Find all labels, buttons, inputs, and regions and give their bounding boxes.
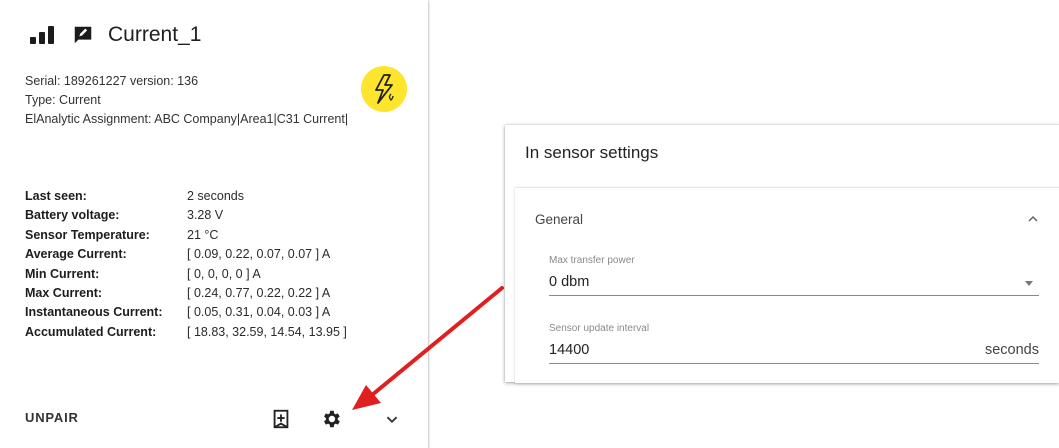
stat-value: [ 0, 0, 0, 0 ] A <box>187 266 261 281</box>
card-actions: UNPAIR <box>0 400 428 440</box>
stat-label: Accumulated Current: <box>25 324 157 339</box>
assignment-line: ElAnalytic Assignment: ABC Company|Area1… <box>25 112 349 126</box>
stat-label: Min Current: <box>25 266 100 281</box>
sensor-stats: Last seen: 2 seconds Battery voltage: 3.… <box>25 187 347 342</box>
field-value: 14400 <box>549 342 590 358</box>
stat-value: [ 0.24, 0.77, 0.22, 0.22 ] A <box>187 286 331 301</box>
in-sensor-settings-panel: In sensor settings General Max transfer … <box>505 125 1059 383</box>
sensor-card: Current_1 Serial: 189261227 version: 136… <box>0 0 428 448</box>
settings-title: In sensor settings <box>525 143 659 162</box>
card-header: Current_1 <box>30 20 201 50</box>
general-section-label: General <box>535 212 584 227</box>
feedback-icon <box>74 26 92 44</box>
stat-value: 21 °C <box>187 227 219 242</box>
sensor-update-interval-input[interactable]: 14400 seconds <box>549 337 1039 364</box>
stat-row: Accumulated Current: [ 18.83, 32.59, 14.… <box>25 323 347 342</box>
stat-row: Instantaneous Current: [ 0.05, 0.31, 0.0… <box>25 303 347 322</box>
field-suffix: seconds <box>984 342 1039 358</box>
stat-value: [ 0.09, 0.22, 0.07, 0.07 ] A <box>187 247 331 262</box>
sensor-name: Current_1 <box>108 23 202 46</box>
stat-value: 2 seconds <box>187 189 244 203</box>
sensor-info: Serial: 189261227 version: 136 Type: Cur… <box>25 72 385 129</box>
max-transfer-power-field: Max transfer power 0 dbm <box>549 255 1039 296</box>
stat-row: Average Current: [ 0.09, 0.22, 0.07, 0.0… <box>25 245 347 264</box>
field-label: Sensor update interval <box>549 323 650 334</box>
signal-strength-icon <box>30 24 56 46</box>
field-value: 0 dbm <box>549 274 590 290</box>
stat-label: Battery voltage: <box>25 208 120 223</box>
general-section: General Max transfer power 0 dbm Sensor … <box>515 187 1059 383</box>
stat-row: Sensor Temperature: 21 °C <box>25 226 347 245</box>
max-transfer-power-select[interactable]: 0 dbm <box>549 269 1039 296</box>
stat-value: [ 18.83, 32.59, 14.54, 13.95 ] <box>187 324 347 339</box>
stat-label: Last seen: <box>25 189 87 203</box>
stat-row: Battery voltage: 3.28 V <box>25 206 347 225</box>
stat-label: Average Current: <box>25 247 127 262</box>
field-label: Max transfer power <box>549 255 635 266</box>
lightning-bolt-icon <box>375 74 394 104</box>
chevron-down-icon[interactable] <box>381 408 403 430</box>
stat-label: Sensor Temperature: <box>25 227 150 242</box>
stat-row: Last seen: 2 seconds <box>25 187 347 206</box>
gear-icon[interactable] <box>320 408 342 430</box>
stat-value: [ 0.05, 0.31, 0.04, 0.03 ] A <box>187 305 331 320</box>
dropdown-arrow-icon <box>1025 281 1033 286</box>
general-section-header[interactable]: General <box>515 188 1059 248</box>
unpair-button[interactable]: UNPAIR <box>25 410 79 425</box>
stat-row: Max Current: [ 0.24, 0.77, 0.22, 0.22 ] … <box>25 284 347 303</box>
stat-value: 3.28 V <box>187 208 224 223</box>
serial-line: Serial: 189261227 version: 136 <box>25 74 199 88</box>
stat-row: Min Current: [ 0, 0, 0, 0 ] A <box>25 265 347 284</box>
current-type-badge <box>361 66 407 112</box>
type-line: Type: Current <box>25 93 101 107</box>
stat-label: Instantaneous Current: <box>25 305 163 320</box>
chevron-up-icon <box>1028 215 1038 222</box>
bookmark-add-icon[interactable] <box>270 408 292 430</box>
stat-label: Max Current: <box>25 286 103 301</box>
sensor-update-interval-field: Sensor update interval 14400 seconds <box>549 323 1039 364</box>
